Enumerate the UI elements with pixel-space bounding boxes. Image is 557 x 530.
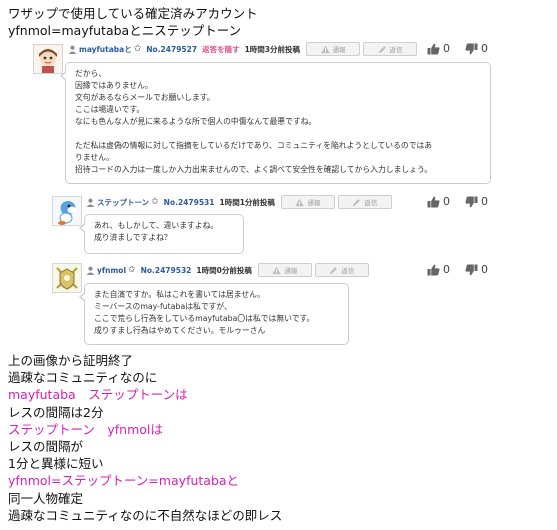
comment-body: だから、 因縁ではありません。 文句があるならメールでお願いします。 ここは場違… [60, 62, 491, 184]
pencil-icon [353, 198, 361, 206]
reply-label: 返信 [364, 199, 378, 207]
comment-body: あれ、もしかして、違いますよね。 成り済ましですよね？ [79, 214, 244, 254]
comment-line: また自演ですか。私はこれを書いては居ません。 [94, 290, 265, 299]
warning-icon [320, 45, 330, 53]
reply-label: 返信 [389, 46, 403, 54]
comment-meta: yfnmol ✩ No.2479532 1時間0分前投稿 通報 返信 [86, 262, 372, 278]
comment-line: 招待コードの入力は一度しか入力出来ませんので、よく調べて安全性を確認してから入力… [75, 165, 433, 174]
comment-line: 成り済ましですよね？ [94, 233, 172, 242]
pencil-icon [378, 45, 386, 53]
conclusion-line: 過疎なコミュニティなのに不自然なほどの即レス [8, 507, 283, 523]
good-count: 0 [443, 263, 450, 276]
comment-line: 因縁ではありません。 [75, 81, 153, 90]
comment-line: りません。 [75, 153, 114, 162]
conclusion-line: 上の画像から証明終了 [8, 353, 134, 368]
comment-body: また自演ですか。私はこれを書いては居ません。 ミーバースのmay-futabaは… [79, 283, 349, 345]
comment-meta: mayfutabaと ✩ No.2479527 返答を隠す 1時間3分前投稿 通… [68, 41, 420, 57]
user-icon [86, 266, 95, 275]
comment-line: 成りすまし行為はやめてください。モルゥーさん [94, 326, 266, 335]
star-icon: ✩ [133, 44, 142, 54]
comment-line: だから、 [75, 69, 107, 78]
report-button[interactable]: 通報 [257, 263, 312, 277]
conclusion-line: 1分と異様に短い [8, 456, 104, 472]
comment-username[interactable]: ステップトーン [97, 197, 149, 208]
report-button[interactable]: 通報 [306, 42, 361, 56]
bad-count: 0 [481, 42, 488, 55]
comment-username[interactable]: mayfutabaと [79, 44, 132, 55]
comment-line: ミーバースのmay-futabaは私ですが、 [94, 302, 232, 311]
comment-time: 1時間3分前投稿 [244, 44, 301, 54]
comment-line: ただ私は虚偽の情報に対して指摘をしているだけであり、コミュニティを陥れようとして… [75, 141, 433, 150]
conclusion-line: mayfutaba ステップトーンは [8, 387, 188, 403]
good-count: 0 [443, 195, 450, 208]
conclusion-line: レスの間隔は2分 [8, 404, 104, 420]
conclusion-line: レスの間隔が [8, 439, 84, 455]
comment-line: なにも色んな人が見に来るような所で個人の中傷なんて最悪ですね。 [75, 117, 317, 126]
reply-label: 返信 [341, 267, 355, 275]
thumbs-up-icon [427, 43, 440, 54]
conclusion-line: 過疎なコミュニティなのに [8, 370, 158, 386]
thumbs-down-icon [465, 196, 478, 207]
avatar[interactable] [52, 263, 82, 293]
comment-line: ここで荒らし行為をしているmayfutaba〇は私では無いです。 [94, 314, 315, 323]
thumbs-up-icon [427, 196, 440, 207]
user-icon [86, 198, 95, 207]
comment-line: ここは場違いです。 [75, 105, 145, 114]
comment-time: 1時間1分前投稿 [219, 197, 275, 207]
comment-meta: ステップトーン ✩ No.2479531 1時間1分前投稿 通報 返信 [86, 194, 395, 210]
intro-line-2: yfnmol=mayfutabaとニステップトーン [8, 23, 242, 38]
comment-number[interactable]: No.2479531 [164, 198, 215, 207]
comment-number[interactable]: No.2479527 [146, 45, 197, 54]
avatar[interactable] [52, 196, 82, 226]
report-label: 通報 [284, 267, 298, 275]
bad-vote[interactable]: 0 [465, 263, 488, 276]
avatar[interactable] [33, 44, 63, 74]
report-button[interactable]: 通報 [280, 195, 335, 209]
hide-reply-link[interactable]: 返答を隠す [202, 44, 240, 55]
star-icon: ✩ [151, 197, 159, 207]
good-vote[interactable]: 0 [427, 195, 450, 208]
bad-count: 0 [481, 195, 488, 208]
comment-time: 1時間0分前投稿 [196, 265, 252, 275]
star-icon: ✩ [128, 265, 136, 275]
conclusion-line: ステップトーン yfnmolは [8, 421, 163, 437]
user-icon [68, 45, 77, 54]
reply-button[interactable]: 返信 [337, 195, 392, 209]
reply-button[interactable]: 返信 [363, 42, 418, 56]
thumbs-up-icon [427, 264, 440, 275]
good-count: 0 [443, 42, 450, 55]
comment-number[interactable]: No.2479532 [141, 266, 192, 275]
conclusion-line: yfnmol=ステップトーン=mayfutabaと [8, 473, 240, 489]
bad-vote[interactable]: 0 [465, 42, 488, 55]
comment-line: 文句があるならメールでお願いします。 [75, 93, 215, 102]
bad-count: 0 [481, 263, 488, 276]
warning-icon [272, 266, 281, 274]
comment-line: あれ、もしかして、違いますよね。 [94, 221, 219, 230]
report-label: 通報 [332, 46, 346, 54]
comment-line [75, 128, 481, 140]
bad-vote[interactable]: 0 [465, 195, 488, 208]
conclusion-block: 上の画像から証明終了 過疎なコミュニティなのに mayfutaba ステップトー… [8, 352, 282, 524]
good-vote[interactable]: 0 [427, 263, 450, 276]
warning-icon [295, 198, 305, 206]
thumbs-down-icon [465, 43, 478, 54]
thumbs-down-icon [465, 264, 478, 275]
pencil-icon [330, 266, 338, 274]
intro-line-1: ワザップで使用している確定済みアカウント [8, 6, 258, 21]
conclusion-line: 同一人物確定 [8, 490, 84, 506]
reply-button[interactable]: 返信 [314, 263, 369, 277]
comment-username[interactable]: yfnmol [97, 266, 126, 275]
report-label: 通報 [307, 199, 321, 207]
good-vote[interactable]: 0 [427, 42, 450, 55]
